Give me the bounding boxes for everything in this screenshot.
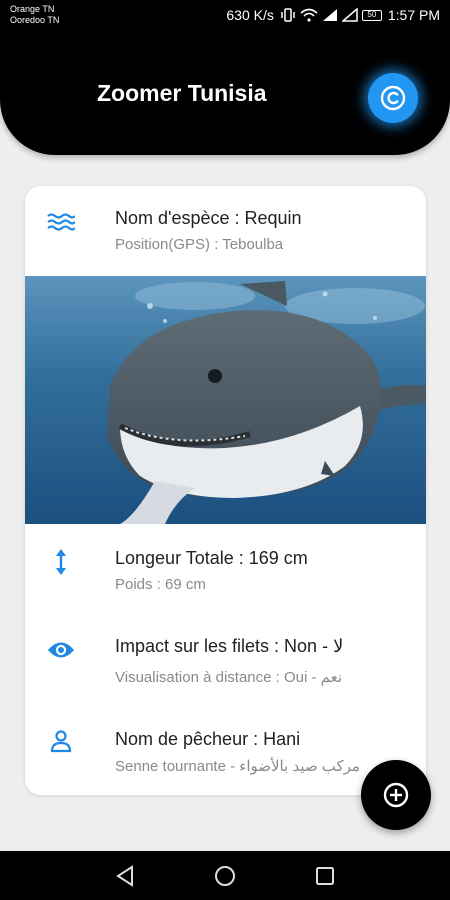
status-right: 630 K/s 50 1:57 PM [226,7,440,23]
signal-icon-2 [341,8,358,22]
gps-position: Position(GPS) : Teboulba [115,236,284,253]
nav-back-button[interactable] [112,863,138,889]
vibrate-icon [281,8,295,22]
waves-icon [47,208,75,236]
species-row: Nom d'espèce : Requin Position(GPS) : Te… [25,186,426,276]
status-icons: 50 [280,8,382,22]
navigation-bar [0,851,450,900]
nav-home-button[interactable] [212,863,238,889]
status-bar: Orange TN Ooredoo TN 630 K/s 50 1:57 PM [0,0,450,32]
weight: Poids : 69 cm [115,576,206,593]
home-icon [215,866,235,886]
clock: 1:57 PM [387,7,440,23]
eye-icon [47,636,75,664]
remote-visualisation: Visualisation à distance : Oui - نعم [115,669,343,686]
fishing-method: Senne tournante - مركب صيد بالأضواء [115,758,360,775]
network-speed: 630 K/s [226,7,274,23]
add-circle-icon [383,782,409,808]
impact-row: Impact sur les filets : Non - لا Visuali… [25,618,426,698]
net-impact: Impact sur les filets : Non - لا [115,636,344,656]
carrier-names: Orange TN Ooredoo TN [10,4,59,26]
signal-icon [322,9,337,21]
catch-card: Nom d'espèce : Requin Position(GPS) : Te… [25,186,426,795]
total-length: Longeur Totale : 169 cm [115,548,308,568]
shark-image [25,276,426,524]
wifi-icon [300,8,318,22]
add-button[interactable] [361,760,431,830]
carrier-2: Ooredoo TN [10,15,60,25]
fisher-name: Nom de pêcheur : Hani [115,729,301,749]
nav-recents-button[interactable] [312,863,338,889]
app-title: Zoomer Tunisia [97,80,267,106]
species-name: Nom d'espèce : Requin [115,208,302,228]
shark-photo [25,276,426,524]
recents-icon [316,867,334,885]
copyright-icon [380,85,406,111]
copyright-button[interactable] [368,73,418,123]
battery-icon: 50 [361,9,382,21]
person-icon [47,727,75,755]
app-header: Zoomer Tunisia [0,32,450,155]
height-icon [47,548,75,576]
measurement-row: Longeur Totale : 169 cm Poids : 69 cm [25,526,426,606]
back-icon [116,865,133,887]
carrier-1: Orange TN [10,4,55,14]
